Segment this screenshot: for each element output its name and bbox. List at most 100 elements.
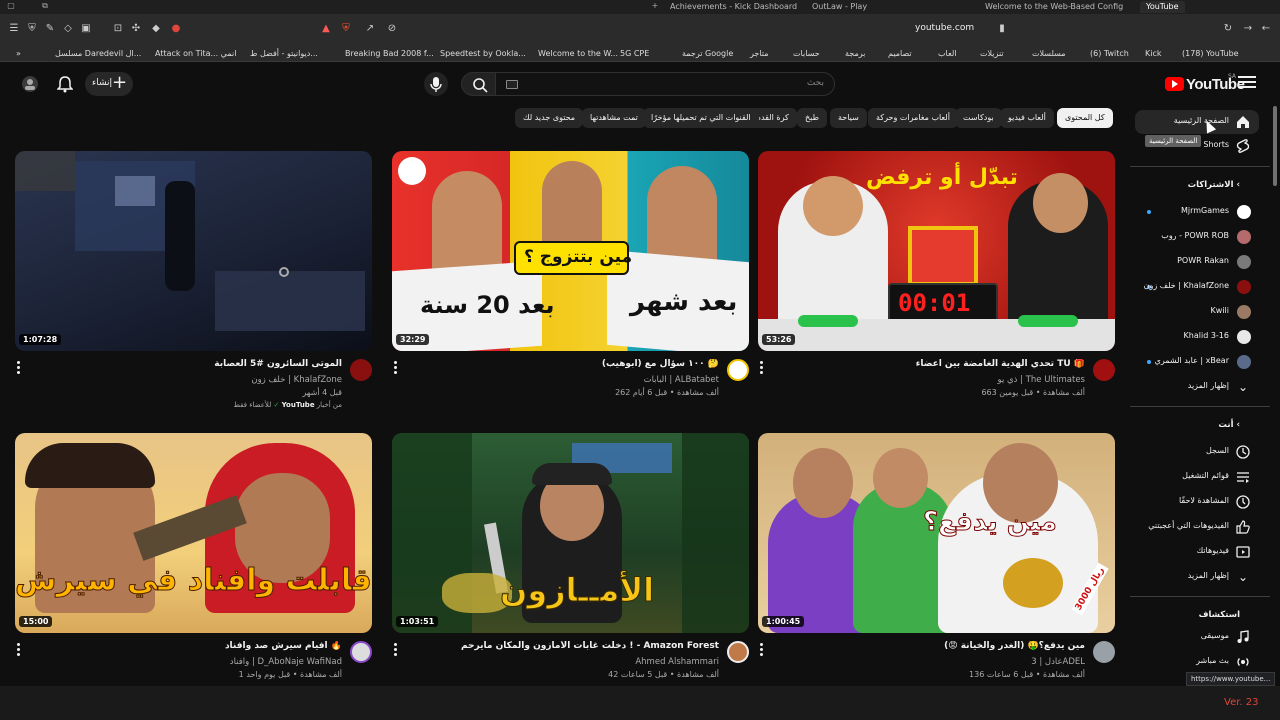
video-channel[interactable]: Ahmed Alshammari [635,657,719,667]
bookmark-item[interactable]: حسابات [793,48,820,59]
video-more-button[interactable] [760,643,766,657]
tab-outlaw[interactable]: OutLaw - Play [812,1,867,13]
you-header[interactable]: أنت ‹ [1218,420,1240,430]
bookmark-item[interactable]: Attack on Tita... انمي [155,48,236,59]
sidebar-toggle-icon[interactable]: ▣ [80,23,92,35]
chip-watched[interactable]: تمت مشاهدتها [582,108,646,128]
brave-rewards-icon[interactable]: ▲ [320,23,332,35]
channel-avatar[interactable] [350,641,372,663]
voice-search-button[interactable] [424,72,448,96]
chip-adventure-games[interactable]: ألعاب مغامرات وحركة [868,108,958,128]
channel-avatar[interactable] [350,359,372,381]
tab-youtube[interactable]: YouTube [1140,1,1185,13]
wallet-icon[interactable]: ◇ [62,23,74,35]
chip-new-to-you[interactable]: محتوى جديد لك [515,108,584,128]
video-more-button[interactable] [17,361,23,375]
site-info-icon[interactable]: ⊘ [386,23,398,35]
sidebar-item-history[interactable]: السجل [1135,440,1259,464]
notifications-button[interactable] [56,75,74,93]
sidebar-show-more[interactable]: إظهار المزيد ⌄ [1135,375,1259,399]
chip-podcast[interactable]: بودكاست [955,108,1002,128]
video-more-button[interactable] [760,361,766,375]
search-input[interactable]: بحث [495,72,835,96]
youtube-logo[interactable]: YouTube SA [1165,73,1245,93]
puzzle-icon[interactable]: ✣ [130,23,142,35]
tab-kick-dashboard[interactable]: Achievements - Kick Dashboard [670,1,797,13]
subscriptions-header[interactable]: الاشتراكات ‹ [1188,180,1240,190]
video-title[interactable]: مين يدفع؟🤑 (الغدر والخيانة 😡) [785,641,1085,651]
video-title[interactable]: تحدي الهدية الغامضة بين أعضاء TU 🎁 [785,359,1085,369]
sidebar-item-subscription[interactable]: خلف زون | KhalafZone [1135,275,1259,299]
video-title[interactable]: افيام سيرش صد وافناد 🔥 [42,641,342,651]
bookmark-item[interactable]: Kick [1145,48,1162,59]
sidebar-item-playlists[interactable]: قوائم التشغيل [1135,465,1259,489]
chip-all[interactable]: كل المحتوى [1057,108,1113,128]
chip-video-games[interactable]: ألعاب فيديو [1000,108,1054,128]
bookmark-item[interactable]: Speedtest by Ookla... [440,48,526,59]
video-title[interactable]: ١٠٠ سؤال مع (ابوهيب) 🤔 [419,359,719,369]
bookmarks-overflow-icon[interactable]: » [16,48,21,59]
video-more-button[interactable] [17,643,23,657]
bookmark-item[interactable]: متاجر [750,48,769,59]
window-restore-icon[interactable]: ▢ [6,1,16,11]
address-bar[interactable]: youtube.com [915,23,974,33]
sidebar-item-subscription[interactable]: Khalid 3-16 [1135,325,1259,349]
bookmark-item[interactable]: (6) Twitch [1090,48,1129,59]
video-thumbnail[interactable]: 1:07:28 [15,151,372,351]
video-channel[interactable]: البابات | ALBatabet [644,375,719,385]
bookmark-item[interactable]: تصاميم [888,48,912,59]
video-title[interactable]: دخلت غابات الأمازون والمكان مايرحم ! - A… [419,641,719,651]
sidebar-item-watch-later[interactable]: المشاهدة لاحقًا [1135,490,1259,514]
guide-menu-button[interactable] [1238,76,1256,90]
channel-avatar[interactable] [727,359,749,381]
bookmark-item[interactable]: مسلسل Daredevil ال... [55,48,141,59]
sidebar-item-live[interactable]: بث مباشر [1135,650,1259,674]
tab-web-config[interactable]: Welcome to the Web-Based Config [985,1,1123,13]
sidebar-item-liked[interactable]: الفيديوهات التي أعجبتني [1135,515,1259,539]
sidebar-item-subscription[interactable]: عابد الشمري | xBear [1135,350,1259,374]
bookmark-icon[interactable]: ▮ [996,23,1008,35]
record-icon[interactable]: ● [170,23,182,35]
scrollbar-thumb[interactable] [1273,106,1277,186]
video-channel[interactable]: خلف زون | KhalafZone [251,375,342,385]
sidebar-show-more[interactable]: إظهار المزيد ⌄ [1135,565,1259,589]
bookmark-item[interactable]: ترجمة Google [682,48,733,59]
video-thumbnail[interactable]: مين يدفع؟ 3000 ريال 1:00:45 [758,433,1115,633]
reload-icon[interactable]: ↻ [1222,23,1234,35]
create-button[interactable]: إنشاء + [85,72,133,96]
video-more-button[interactable] [394,361,400,375]
account-avatar[interactable] [20,74,40,94]
keyboard-icon[interactable] [506,80,518,89]
video-more-button[interactable] [394,643,400,657]
vpn-icon[interactable]: ◆ [150,23,162,35]
channel-avatar[interactable] [1093,641,1115,663]
video-channel[interactable]: ذي يو | The Ultimates [998,375,1085,385]
video-thumbnail[interactable]: مين بتتزوج ؟ بعد 20 سنة بعد شهر 32:29 [392,151,749,351]
video-thumbnail[interactable]: 00:01 تبدّل أو ترفض 53:26 [758,151,1115,351]
bookmark-item[interactable]: مسلسلات [1032,48,1066,59]
tab-list-icon[interactable]: ⧉ [40,1,50,11]
bookmark-item[interactable]: العاب [938,48,957,59]
screenshot-icon[interactable]: ⊡ [112,23,124,35]
new-tab-icon[interactable]: + [650,1,660,11]
channel-avatar[interactable] [727,641,749,663]
sidebar-item-subscription[interactable]: Kwili [1135,300,1259,324]
bookmark-item[interactable]: 5G CPE [620,48,649,59]
search-button[interactable] [461,72,497,96]
sidebar-item-home[interactable]: الصفحة الرئيسية [1135,110,1259,134]
menu-icon[interactable]: ☰ [8,23,20,35]
shield-icon[interactable]: ⛨ [26,23,38,35]
page-scrollbar[interactable] [1272,106,1278,682]
video-thumbnail[interactable]: قابلت وافناد في سيرش 15:00 [15,433,372,633]
bookmark-item[interactable]: Breaking Bad 2008 f... [345,48,434,59]
video-thumbnail[interactable]: الأمــازون 1:03:51 [392,433,749,633]
sidebar-item-subscription[interactable]: روب - POWR ROB [1135,225,1259,249]
bookmark-item[interactable]: برمجة [845,48,865,59]
sidebar-item-music[interactable]: موسيقى [1135,625,1259,649]
channel-avatar[interactable] [1093,359,1115,381]
back-icon[interactable]: → [1242,23,1254,35]
chip-recently-uploaded[interactable]: القنوات التي تم تحميلها مؤخرًا [643,108,759,128]
chip-travel[interactable]: سياحة [830,108,867,128]
bookmark-item[interactable]: تنزيلات [980,48,1004,59]
video-channel[interactable]: وافناد | D_AboNaje WafiNad [230,657,342,667]
